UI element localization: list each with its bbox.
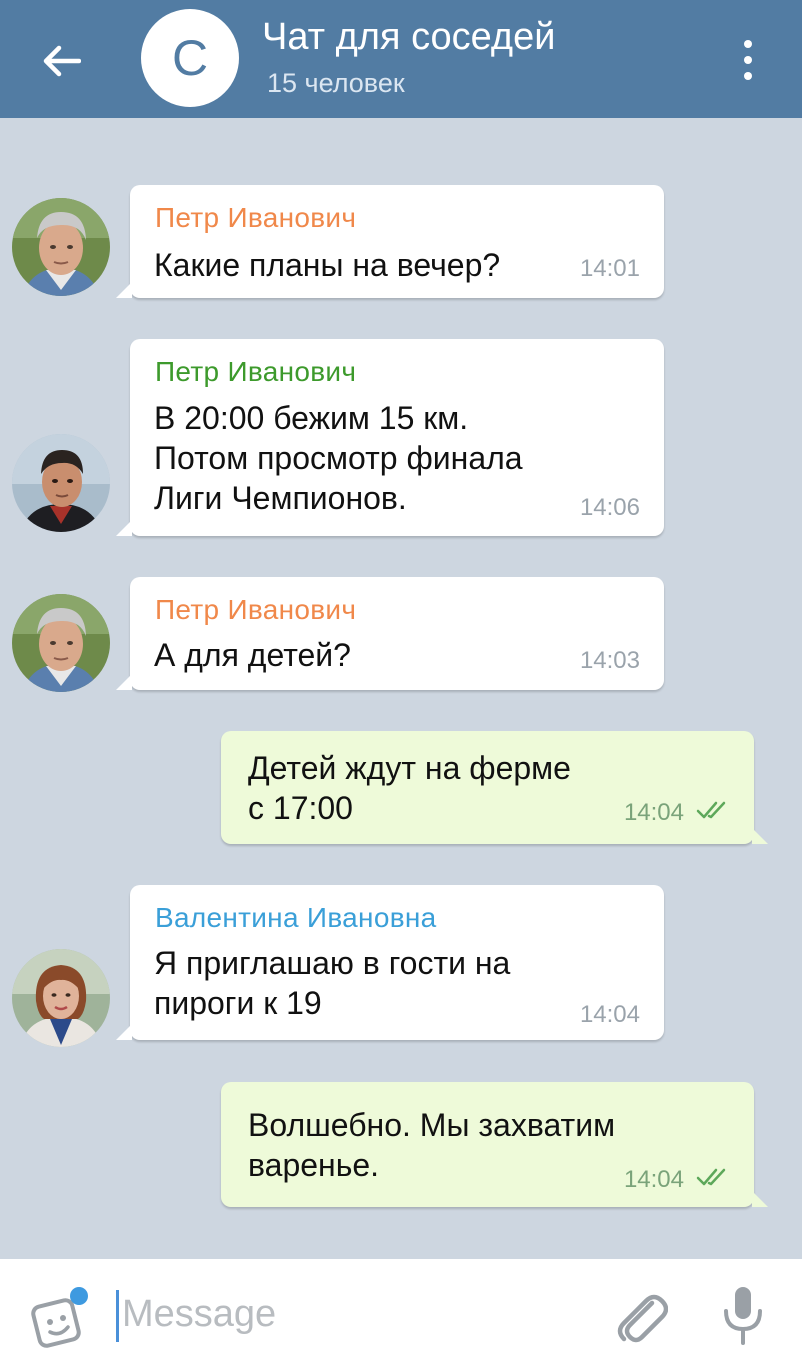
- dark-haired-man-photo: [12, 434, 110, 532]
- text-cursor: [116, 1290, 119, 1342]
- message-input[interactable]: [122, 1283, 582, 1345]
- message-time: 14:01: [579, 255, 640, 282]
- double-check-icon: [696, 1168, 726, 1186]
- grey-haired-man-photo: [12, 594, 110, 692]
- sticker-button[interactable]: [30, 1287, 92, 1349]
- avatar-petr-dark[interactable]: [12, 434, 110, 532]
- message-time: 14:04: [623, 1166, 684, 1193]
- arrow-left-icon: [43, 45, 81, 77]
- message-bubble-incoming[interactable]: Петр Иванович Какие планы на вечер? 14:0…: [116, 185, 664, 298]
- more-vertical-icon-dot: [744, 56, 752, 64]
- message-sender[interactable]: Петр Иванович: [155, 201, 356, 235]
- message-time: 14:04: [579, 1001, 640, 1028]
- attach-button[interactable]: [612, 1285, 669, 1345]
- message-sender[interactable]: Петр Иванович: [155, 355, 356, 389]
- message-time: 14:04: [623, 799, 684, 826]
- more-menu-button[interactable]: [728, 36, 768, 84]
- avatar-petr-grey[interactable]: [12, 594, 110, 692]
- message-bubble-outgoing[interactable]: Детей ждут на ферме с 17:00 14:04: [221, 731, 768, 844]
- message-sender[interactable]: Валентина Ивановна: [155, 901, 437, 935]
- paperclip-icon: [617, 1294, 669, 1343]
- message-text: Я приглашаю в гости на пироги к 19: [154, 945, 511, 1021]
- back-button[interactable]: [34, 34, 88, 88]
- voice-record-button[interactable]: [720, 1285, 766, 1347]
- message-text: Детей ждут на ферме с 17:00: [248, 750, 571, 826]
- message-text: Волшебно. Мы захватим варенье.: [248, 1107, 616, 1183]
- message-time: 14:03: [579, 647, 640, 674]
- grey-haired-man-photo: [12, 198, 110, 296]
- avatar-valentina[interactable]: [12, 949, 110, 1047]
- chat-avatar[interactable]: С: [141, 9, 239, 107]
- woman-photo: [12, 949, 110, 1047]
- microphone-icon: [724, 1287, 762, 1345]
- double-check-icon: [696, 801, 726, 819]
- chat-title[interactable]: Чат для соседей: [262, 14, 555, 60]
- chat-header: С Чат для соседей 15 человек: [0, 0, 802, 118]
- message-bubble-incoming[interactable]: Петр Иванович А для детей? 14:03: [116, 577, 664, 690]
- message-text: А для детей?: [154, 637, 351, 673]
- message-time: 14:06: [579, 494, 640, 521]
- sticker-icon: [31, 1287, 88, 1348]
- message-bubble-incoming[interactable]: Петр Иванович В 20:00 бежим 15 км. Потом…: [116, 339, 664, 536]
- message-bubble-incoming[interactable]: Валентина Ивановна Я приглашаю в гости н…: [116, 885, 664, 1040]
- message-text: В 20:00 бежим 15 км. Потом просмотр фина…: [154, 400, 523, 516]
- message-bubble-outgoing[interactable]: Волшебно. Мы захватим варенье. 14:04: [221, 1082, 768, 1207]
- member-count: 15 человек: [267, 68, 405, 98]
- message-input-bar: [0, 1259, 802, 1366]
- message-text: Какие планы на вечер?: [154, 247, 501, 283]
- more-vertical-icon-dot: [744, 72, 752, 80]
- avatar-petr-grey[interactable]: [12, 198, 110, 296]
- more-vertical-icon: [744, 40, 752, 48]
- message-sender[interactable]: Петр Иванович: [155, 593, 356, 627]
